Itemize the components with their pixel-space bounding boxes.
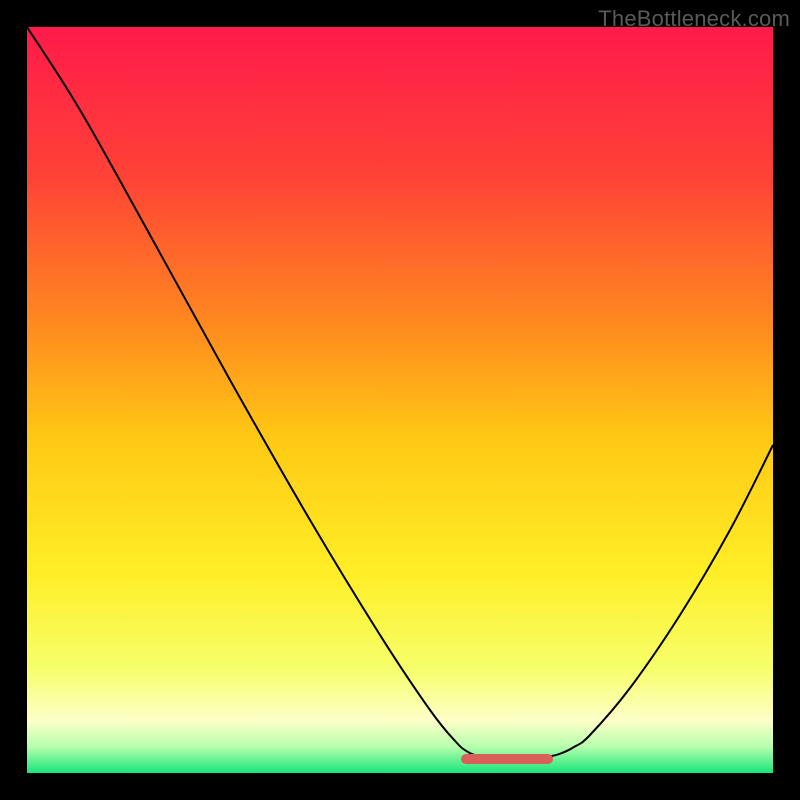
chart-gradient-background	[27, 27, 773, 773]
bottleneck-chart	[0, 0, 800, 800]
chart-container: TheBottleneck.com	[0, 0, 800, 800]
watermark-text: TheBottleneck.com	[598, 6, 790, 32]
